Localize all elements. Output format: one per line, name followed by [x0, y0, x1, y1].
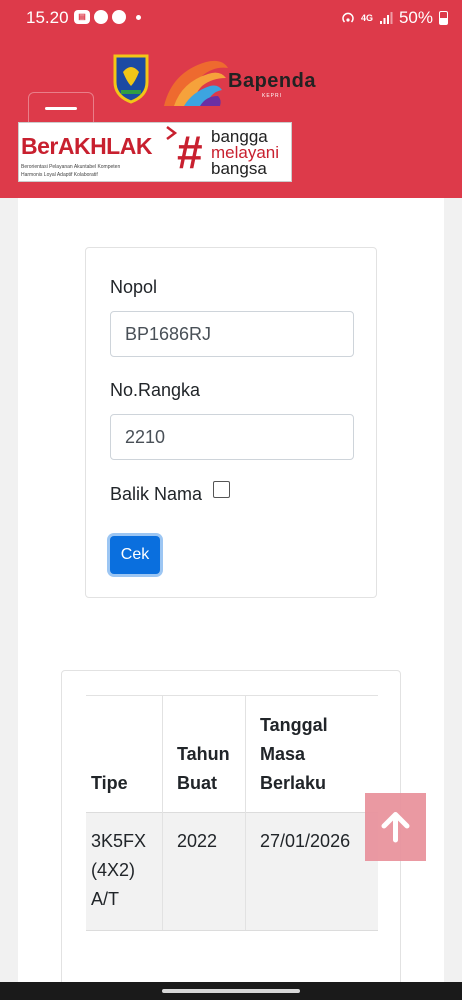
balik-nama-label: Balik Nama: [110, 484, 203, 504]
signal-bars-icon: [379, 12, 393, 24]
notification-badge-icon: ▤: [74, 10, 90, 24]
search-form-card: Nopol BP1686RJ No.Rangka 2210 Balik Nama…: [85, 247, 377, 598]
nopol-label: Nopol: [110, 277, 158, 297]
result-card: Tipe Tahun Buat Tanggal Masa Berlaku 3K5…: [61, 670, 401, 1000]
column-divider: [245, 696, 246, 930]
banner-title: BerAKHLAK: [21, 133, 152, 159]
chat-icon: [94, 10, 108, 24]
banner-subtitle-line1: Berorientasi Pelayanan Akuntabel Kompete…: [21, 164, 121, 170]
slogan-word: bangsa: [211, 159, 267, 178]
column-divider: [162, 696, 163, 930]
nopol-input[interactable]: BP1686RJ: [110, 311, 354, 357]
brand-name: Bapenda: [228, 70, 316, 92]
table-bottom-divider: [86, 930, 378, 931]
cell-masa-berlaku: 27/01/2026: [260, 831, 351, 851]
result-table: Tipe Tahun Buat Tanggal Masa Berlaku 3K5…: [86, 695, 378, 931]
home-gesture-handle[interactable]: [162, 989, 300, 993]
menu-icon: [45, 107, 77, 110]
hotspot-icon: [342, 12, 354, 23]
column-header-masa-berlaku: Tanggal Masa Berlaku: [260, 715, 328, 793]
site-header: Bapenda KEPRI BerAKHLAK Berorientasi Pel…: [0, 34, 462, 198]
arrow-up-icon: [381, 812, 410, 843]
cell-tipe: 3K5FX (4X2) A/T: [91, 831, 147, 909]
column-header-tahun-buat: Tahun Buat: [177, 744, 230, 793]
status-bar: 15.20 ▤ 4G 50%: [0, 0, 462, 34]
battery-icon: [439, 11, 448, 25]
banner-slogan: bangga melayani bangsa: [211, 128, 279, 178]
header-divider: [86, 812, 378, 813]
banner-subtitle-line2: Harmonis Loyal Adaptif Kolaboratif: [21, 172, 98, 178]
brand-subtitle: KEPRI: [262, 93, 283, 99]
balik-nama-checkbox[interactable]: [213, 481, 230, 498]
battery-percent: 50%: [398, 8, 433, 27]
system-navigation-bar: [0, 982, 462, 1000]
province-emblem-logo: [113, 54, 149, 104]
status-time: 15.20: [26, 8, 69, 27]
more-notifications-icon: [136, 14, 141, 20]
rangka-label: No.Rangka: [110, 380, 201, 400]
4g-signal-icon: 4G: [360, 13, 373, 23]
berakhlak-banner: BerAKHLAK Berorientasi Pelayanan Akuntab…: [18, 122, 292, 182]
app-icon: [112, 10, 126, 24]
rangka-input[interactable]: 2210: [110, 414, 354, 460]
column-header-tipe: Tipe: [91, 773, 128, 793]
cell-tahun-buat: 2022: [177, 831, 218, 851]
hashtag-icon: #: [177, 126, 203, 178]
scroll-to-top-button[interactable]: [365, 793, 426, 861]
cek-button[interactable]: Cek: [110, 536, 160, 574]
